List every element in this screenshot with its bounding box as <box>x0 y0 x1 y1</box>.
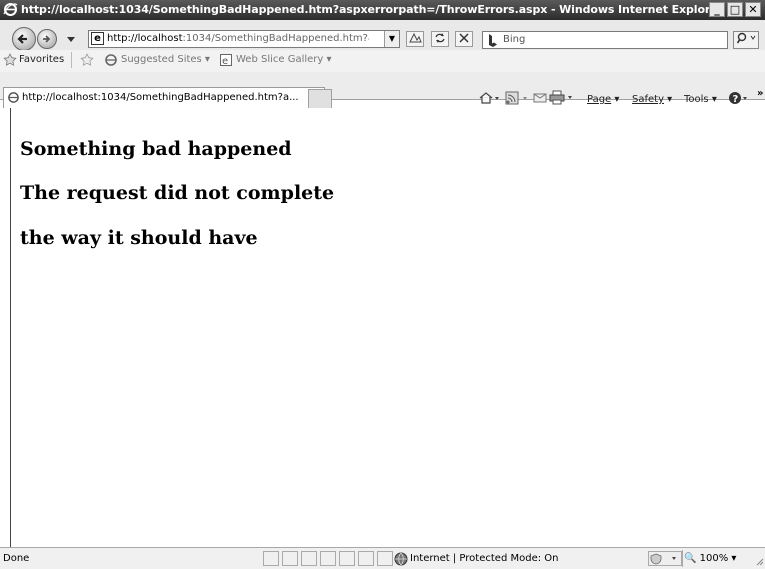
svg-text:e: e <box>222 56 228 67</box>
favorites-divider <box>71 52 72 68</box>
web-slice-icon: e <box>219 53 233 70</box>
recent-pages-dropdown[interactable] <box>66 34 76 47</box>
address-dropdown-button[interactable]: ▼ <box>384 31 399 47</box>
help-button[interactable]: ? <box>728 91 750 108</box>
status-panel <box>263 551 279 566</box>
title-bar: http://localhost:1034/SomethingBadHappen… <box>0 0 765 20</box>
close-button[interactable]: ✕ <box>745 2 761 17</box>
tools-menu[interactable]: Tools ▾ <box>684 94 717 105</box>
read-mail-button[interactable] <box>533 91 547 108</box>
error-message-line-1: The request did not complete <box>20 182 335 204</box>
status-panel <box>358 551 374 566</box>
print-button[interactable] <box>549 90 575 108</box>
refresh-button[interactable] <box>431 31 449 47</box>
tab-page-icon <box>7 91 20 107</box>
bing-icon <box>486 33 500 47</box>
search-provider-label: Bing <box>503 34 526 45</box>
stop-icon <box>459 33 469 43</box>
home-icon <box>479 92 499 104</box>
page-menu[interactable]: Page ▾ <box>587 94 619 105</box>
status-bar: Done Internet | Protected Mode: On 🔍 100… <box>0 547 765 569</box>
forward-button[interactable] <box>37 29 57 49</box>
rss-feed-icon <box>505 91 527 105</box>
add-favorite-icon <box>80 53 94 66</box>
search-icon <box>736 32 756 44</box>
command-bar-overflow-chevron[interactable]: » <box>757 88 763 99</box>
status-panel <box>377 551 393 566</box>
home-button[interactable] <box>478 91 500 108</box>
zoom-level: 100% <box>699 553 729 564</box>
printer-icon <box>549 90 572 105</box>
security-zone-text[interactable]: Internet | Protected Mode: On <box>410 553 558 564</box>
favorites-button[interactable]: Favorites <box>19 54 64 65</box>
chevron-down-icon <box>67 37 75 42</box>
resize-grip-icon[interactable] <box>754 556 764 569</box>
status-panel <box>320 551 336 566</box>
status-panel <box>282 551 298 566</box>
window-title: http://localhost:1034/SomethingBadHappen… <box>21 3 723 16</box>
tab-current[interactable]: http://localhost:1034/SomethingBadHappen… <box>3 87 325 108</box>
status-panel <box>301 551 317 566</box>
zoom-control[interactable]: 🔍 100% ▾ <box>684 553 736 564</box>
compatibility-icon <box>409 32 422 43</box>
error-heading: Something bad happened <box>20 138 292 160</box>
favorites-star-icon <box>3 53 17 70</box>
mail-icon <box>533 93 547 103</box>
search-button[interactable] <box>733 31 759 49</box>
refresh-icon <box>435 33 445 43</box>
back-arrow-icon <box>17 34 27 44</box>
zoom-icon: 🔍 <box>684 553 697 564</box>
compatibility-view-button[interactable] <box>406 31 424 47</box>
new-tab-button[interactable] <box>308 89 332 108</box>
error-message-line-2: the way it should have <box>20 227 258 249</box>
ie-page-icon <box>104 53 118 70</box>
status-text: Done <box>3 553 30 564</box>
address-url[interactable]: http://localhost:1034/SomethingBadHappen… <box>107 33 369 44</box>
status-panel <box>339 551 355 566</box>
security-settings-button[interactable] <box>648 551 682 569</box>
internet-zone-globe-icon <box>394 552 408 569</box>
page-icon: e <box>91 32 104 45</box>
back-button[interactable] <box>12 27 36 51</box>
ie-logo-icon <box>3 2 18 17</box>
page-content: Something bad happened The request did n… <box>10 108 765 547</box>
web-slice-gallery-link[interactable]: Web Slice Gallery ▾ <box>236 54 332 65</box>
feeds-button[interactable] <box>505 91 529 108</box>
tab-label: http://localhost:1034/SomethingBadHappen… <box>22 92 299 103</box>
svg-text:?: ? <box>733 94 739 105</box>
forward-arrow-icon <box>43 35 51 43</box>
status-divider <box>682 550 683 567</box>
search-box[interactable]: Bing <box>482 31 728 49</box>
address-bar[interactable]: e http://localhost:1034/SomethingBadHapp… <box>88 30 400 48</box>
maximize-button[interactable]: □ <box>727 2 743 17</box>
stop-button[interactable] <box>455 31 473 47</box>
suggested-sites-link[interactable]: Suggested Sites ▾ <box>121 54 210 65</box>
shield-icon <box>648 551 682 566</box>
safety-menu[interactable]: Safety ▾ <box>632 94 672 105</box>
add-to-favorites-bar-button[interactable] <box>80 53 96 70</box>
minimize-button[interactable]: _ <box>709 2 725 17</box>
help-icon: ? <box>729 92 747 105</box>
